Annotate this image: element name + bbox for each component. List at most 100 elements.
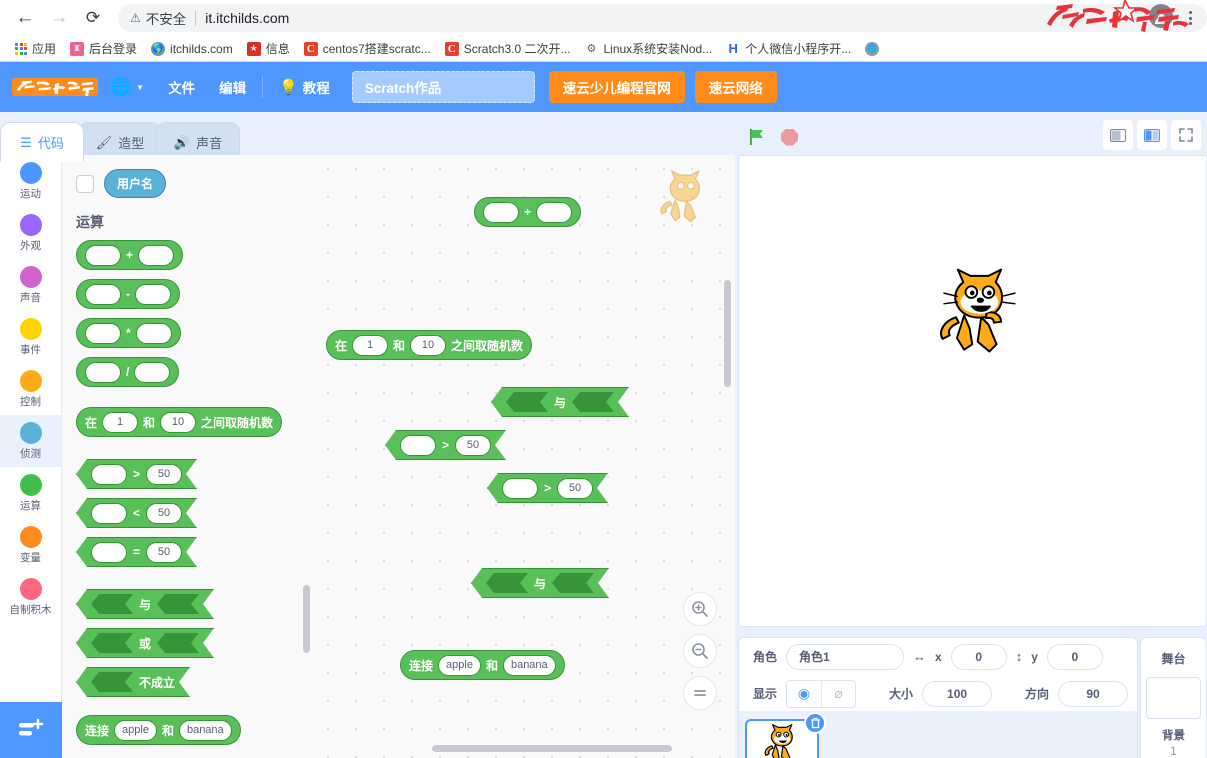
operand-left[interactable] — [91, 464, 127, 485]
palette-scrollbar[interactable] — [303, 585, 310, 653]
operand-left[interactable] — [91, 542, 127, 563]
operator-not-block[interactable]: 不成立 — [76, 667, 190, 697]
workspace-vertical-scrollbar[interactable] — [724, 280, 731, 387]
fullscreen-button[interactable] — [1171, 120, 1201, 150]
stage-cat-sprite[interactable] — [934, 266, 1024, 356]
sprite-size-input[interactable]: 100 — [922, 680, 993, 707]
operand-right[interactable] — [138, 244, 175, 266]
operand-left[interactable] — [85, 283, 121, 305]
bool-slot-right[interactable] — [572, 392, 614, 412]
delete-sprite-button[interactable] — [804, 712, 826, 734]
workspace-operator-greater-block-2[interactable]: > 50 — [487, 473, 608, 503]
reload-button[interactable]: ⟳ — [76, 3, 110, 33]
hide-button[interactable]: ⌀ — [821, 680, 856, 707]
operator-divide-block[interactable]: / — [76, 357, 180, 387]
username-block[interactable]: 用户名 — [104, 169, 167, 198]
operator-greater-block[interactable]: > 50 — [76, 459, 197, 489]
join-input-a[interactable]: apple — [438, 654, 481, 676]
category-operators[interactable]: 运算 — [0, 467, 61, 519]
bool-slot-right[interactable] — [157, 594, 199, 614]
operand-right[interactable] — [536, 201, 573, 223]
operand-left[interactable] — [91, 503, 127, 524]
username-checkbox[interactable] — [76, 174, 94, 193]
zoom-in-button[interactable] — [683, 592, 717, 626]
workspace-operator-greater-block[interactable]: > 50 — [385, 430, 506, 460]
operand-right[interactable] — [135, 322, 172, 344]
back-button[interactable]: ← — [8, 3, 42, 33]
random-max-input[interactable]: 10 — [160, 411, 197, 433]
operand-left[interactable] — [502, 478, 538, 499]
category-variables[interactable]: 变量 — [0, 519, 61, 571]
operator-less-block[interactable]: < 50 — [76, 498, 197, 528]
random-min-input[interactable]: 1 — [352, 334, 389, 356]
bool-slot-left[interactable] — [506, 392, 548, 412]
bookmark-itchilds[interactable]: 🌎 itchilds.com — [144, 38, 240, 60]
bookmark-apps[interactable]: 应用 — [8, 38, 63, 60]
join-input-b[interactable]: banana — [178, 719, 232, 741]
network-site-button[interactable]: 速云网络 — [694, 71, 777, 103]
bookmark-houtai[interactable]: ♜ 后台登录 — [63, 38, 144, 60]
operand-right[interactable]: 50 — [557, 478, 593, 499]
bookmark-linux-node[interactable]: ⚙ Linux系统安装Nod... — [577, 38, 719, 60]
add-extension-button[interactable] — [0, 702, 62, 758]
operand-right[interactable]: 50 — [146, 542, 182, 563]
show-button[interactable]: ◉ — [787, 680, 822, 707]
operator-multiply-block[interactable]: * — [76, 318, 181, 348]
operand-left[interactable] — [400, 435, 436, 456]
operator-or-block[interactable]: 或 — [76, 628, 214, 658]
category-sound[interactable]: 声音 — [0, 259, 61, 311]
bookmark-scratch3[interactable]: C Scratch3.0 二次开... — [438, 38, 578, 60]
category-events[interactable]: 事件 — [0, 311, 61, 363]
profile-avatar[interactable] — [1149, 4, 1173, 28]
chrome-menu-icon[interactable] — [1177, 4, 1203, 32]
tab-code[interactable]: ☰ 代码 — [0, 122, 84, 162]
operand-right[interactable]: 50 — [146, 503, 182, 524]
operand-left[interactable] — [85, 361, 121, 383]
bookmark-extra[interactable]: 🌐 — [858, 38, 891, 60]
operand-right[interactable]: 50 — [455, 435, 491, 456]
sprite-x-input[interactable]: 0 — [950, 643, 1007, 670]
workspace-operator-random-block[interactable]: 在 1 和 10 之间取随机数 — [326, 330, 533, 360]
join-input-b[interactable]: banana — [502, 654, 556, 676]
operand-right[interactable]: 50 — [146, 464, 182, 485]
sprite-item-jiaose1[interactable]: 角色1 — [745, 712, 826, 758]
category-my-blocks[interactable]: 自制积木 — [0, 571, 61, 623]
operand-left[interactable] — [85, 244, 121, 266]
address-bar[interactable]: ⚠ 不安全 it.itchilds.com — [118, 4, 1207, 32]
sprite-y-input[interactable]: 0 — [1046, 643, 1103, 670]
small-stage-button[interactable] — [1103, 120, 1133, 150]
bool-slot-right[interactable] — [157, 633, 199, 653]
edit-menu[interactable]: 编辑 — [207, 62, 258, 112]
stage[interactable] — [738, 155, 1207, 627]
workspace-operator-join-block[interactable]: 连接 apple 和 banana — [400, 650, 565, 680]
forward-button[interactable]: → — [42, 3, 76, 33]
category-looks[interactable]: 外观 — [0, 207, 61, 259]
workspace-operator-add-block[interactable]: + — [474, 197, 582, 227]
bool-slot[interactable] — [91, 672, 133, 692]
code-workspace[interactable]: + 在 1 和 10 之间取随机数 与 > 50 > 50 与 连接 apple… — [314, 155, 735, 758]
tutorials-menu[interactable]: 💡 教程 — [267, 62, 342, 112]
category-motion[interactable]: 运动 — [0, 155, 61, 207]
operand-left[interactable] — [483, 201, 519, 223]
bool-slot-right[interactable] — [552, 573, 594, 593]
bool-slot-left[interactable] — [91, 633, 133, 653]
workspace-horizontal-scrollbar[interactable] — [432, 745, 672, 752]
block-palette[interactable]: 用户名 运算 + - * / 在 1 和 10 之间取随机数 > 50 < 50… — [62, 155, 314, 758]
workspace-operator-and-block-2[interactable]: 与 — [471, 568, 609, 598]
operator-random-block[interactable]: 在 1 和 10 之间取随机数 — [76, 407, 283, 437]
category-sensing[interactable]: 侦测 — [0, 415, 61, 467]
operator-and-block[interactable]: 与 — [76, 589, 214, 619]
language-menu[interactable]: 🌐 ▼ — [98, 62, 156, 112]
stop-button[interactable] — [781, 128, 798, 146]
operator-join-block[interactable]: 连接 apple 和 banana — [76, 715, 241, 745]
bool-slot-left[interactable] — [486, 573, 528, 593]
sprite-name-input[interactable]: 角色1 — [786, 643, 905, 670]
join-input-a[interactable]: apple — [114, 719, 157, 741]
bookmark-xinxi[interactable]: ★ 信息 — [240, 38, 297, 60]
workspace-operator-and-block[interactable]: 与 — [491, 387, 629, 417]
operand-right[interactable] — [134, 361, 171, 383]
zoom-reset-button[interactable] — [683, 676, 717, 710]
large-stage-button[interactable] — [1137, 120, 1167, 150]
zoom-out-button[interactable] — [683, 634, 717, 668]
category-control[interactable]: 控制 — [0, 363, 61, 415]
